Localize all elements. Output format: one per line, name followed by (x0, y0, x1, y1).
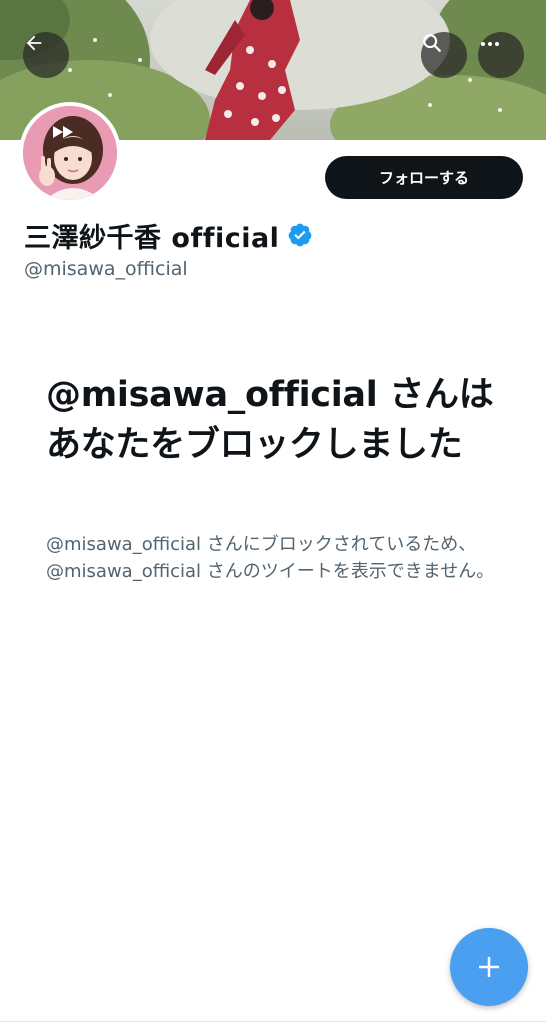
avatar[interactable] (19, 102, 121, 204)
profile-handle: @misawa_official (24, 258, 188, 280)
blocked-description: @misawa_official さんにブロックされているため、@misawa_… (46, 534, 495, 582)
follow-button[interactable]: フォローする (325, 156, 523, 199)
arrow-left-icon (26, 35, 42, 51)
search-icon (423, 34, 441, 52)
avatar-image (23, 106, 117, 200)
back-button[interactable] (23, 32, 69, 78)
plus-icon (479, 957, 499, 977)
display-name-row: 三澤紗千香 official (24, 214, 313, 256)
compose-tweet-button[interactable] (450, 928, 528, 1006)
profile-screen: フォローする 三澤紗千香 official @misawa_official @… (0, 0, 546, 1024)
verified-badge-icon (289, 223, 312, 247)
display-name: 三澤紗千香 official (24, 222, 280, 254)
more-horizontal-icon (481, 42, 499, 46)
search-button[interactable] (421, 32, 467, 78)
blocked-title: @misawa_official さんはあなたをブロックしました (46, 375, 494, 465)
bottom-divider (0, 1021, 546, 1022)
more-options-button[interactable] (478, 32, 524, 78)
